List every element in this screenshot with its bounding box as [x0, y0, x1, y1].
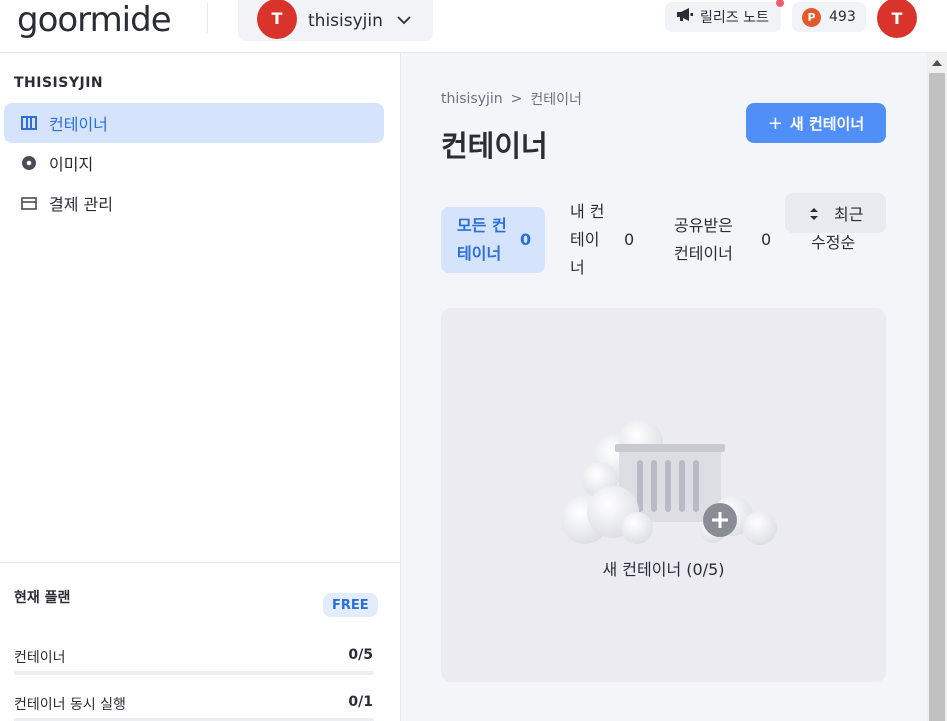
- tab-label-line: 모든 컨: [457, 216, 507, 235]
- tab-label-line: 컨테이너: [674, 244, 733, 263]
- user-avatar[interactable]: T: [877, 0, 917, 38]
- points-icon: P: [802, 7, 821, 27]
- megaphone-icon: [676, 8, 694, 26]
- points-value: 493: [829, 9, 856, 25]
- breadcrumb-separator: >: [510, 91, 523, 107]
- sidebar-item-label: 컨테이너: [49, 115, 108, 134]
- breadcrumb-item-current: 컨테이너: [530, 92, 582, 108]
- sort-label-line: 수정순: [811, 233, 856, 252]
- sidebar-item-containers[interactable]: 컨테이너: [4, 103, 384, 143]
- new-container-label: 새 컨테이너: [789, 114, 865, 133]
- sidebar-item-label: 이미지: [49, 155, 94, 174]
- tab-all-containers[interactable]: 모든 컨 테이너 0: [441, 207, 545, 273]
- sidebar-title: THISISYJIN: [14, 75, 104, 91]
- tab-count: 0: [761, 230, 772, 249]
- plan-badge: FREE: [323, 593, 378, 617]
- sort-label-line: 최근: [834, 205, 864, 224]
- page-title: 컨테이너: [441, 129, 548, 163]
- sidebar-item-images[interactable]: 이미지: [4, 143, 384, 183]
- empty-state-label: 새 컨테이너 (0/5): [602, 560, 725, 579]
- container-icon: [20, 114, 38, 132]
- points-button[interactable]: P 493: [792, 2, 866, 32]
- empty-state-panel[interactable]: 새 컨테이너 (0/5): [441, 308, 886, 682]
- sidebar: THISISYJIN 컨테이너 이미지 결제 관리 현재 플랜 FREE 컨테이…: [0, 53, 401, 721]
- scroll-up-arrow-icon[interactable]: [927, 53, 947, 73]
- breadcrumb: thisisyjin > 컨테이너: [441, 89, 582, 109]
- chevron-down-icon: [397, 14, 411, 28]
- tab-my-containers[interactable]: 내 컨 테이 너 0: [557, 198, 647, 282]
- goormide-logo[interactable]: goormide: [17, 0, 172, 40]
- plan-title: 현재 플랜: [14, 590, 71, 606]
- current-plan-panel: 현재 플랜 FREE 컨테이너 0/5 컨테이너 동시 실행 0/1: [0, 562, 400, 721]
- tab-shared-containers[interactable]: 공유받은 컨테이너 0: [661, 207, 781, 273]
- usage-label-containers: 컨테이너: [14, 650, 66, 666]
- tab-label-line: 테이: [570, 230, 600, 249]
- new-container-button[interactable]: + 새 컨테이너: [746, 103, 886, 143]
- release-notes-label: 릴리즈 노트: [700, 10, 769, 26]
- tab-label-line: 내 컨: [570, 202, 605, 221]
- tab-label-line: 공유받은: [674, 216, 733, 235]
- usage-value-concurrent: 0/1: [348, 694, 373, 710]
- tab-count: 0: [624, 230, 635, 249]
- scrollbar-thumb[interactable]: [929, 73, 945, 721]
- usage-label-concurrent: 컨테이너 동시 실행: [14, 697, 126, 713]
- image-disc-icon: [20, 154, 38, 172]
- tab-label-line: 너: [570, 258, 585, 277]
- release-notes-button[interactable]: 릴리즈 노트: [665, 0, 784, 32]
- sidebar-item-label: 결제 관리: [49, 195, 113, 214]
- usage-bar-containers: [14, 671, 374, 675]
- tab-label-line: 테이너: [457, 244, 502, 263]
- breadcrumb-item-workspace[interactable]: thisisyjin: [441, 91, 503, 107]
- credit-card-icon: [20, 194, 38, 212]
- page-scrollbar[interactable]: [927, 53, 947, 721]
- workspace-switcher[interactable]: T thisisyjin: [238, 0, 433, 41]
- usage-value-containers: 0/5: [348, 647, 373, 663]
- sort-arrows-icon: [809, 206, 819, 225]
- header-divider: [207, 3, 208, 33]
- top-header: goormide T thisisyjin 릴리즈 노트 P 493 T: [0, 0, 947, 53]
- container-cloud-illustration: [555, 408, 785, 548]
- workspace-name: thisisyjin: [308, 10, 383, 31]
- sidebar-item-billing[interactable]: 결제 관리: [4, 183, 384, 223]
- sort-button[interactable]: 최근 수정순: [785, 193, 886, 252]
- notification-dot: [776, 0, 784, 7]
- plus-icon: +: [767, 112, 783, 134]
- workspace-avatar: T: [257, 0, 297, 39]
- tab-count: 0: [520, 230, 532, 249]
- main-content: thisisyjin > 컨테이너 컨테이너 + 새 컨테이너 모든 컨 테이너…: [401, 53, 927, 721]
